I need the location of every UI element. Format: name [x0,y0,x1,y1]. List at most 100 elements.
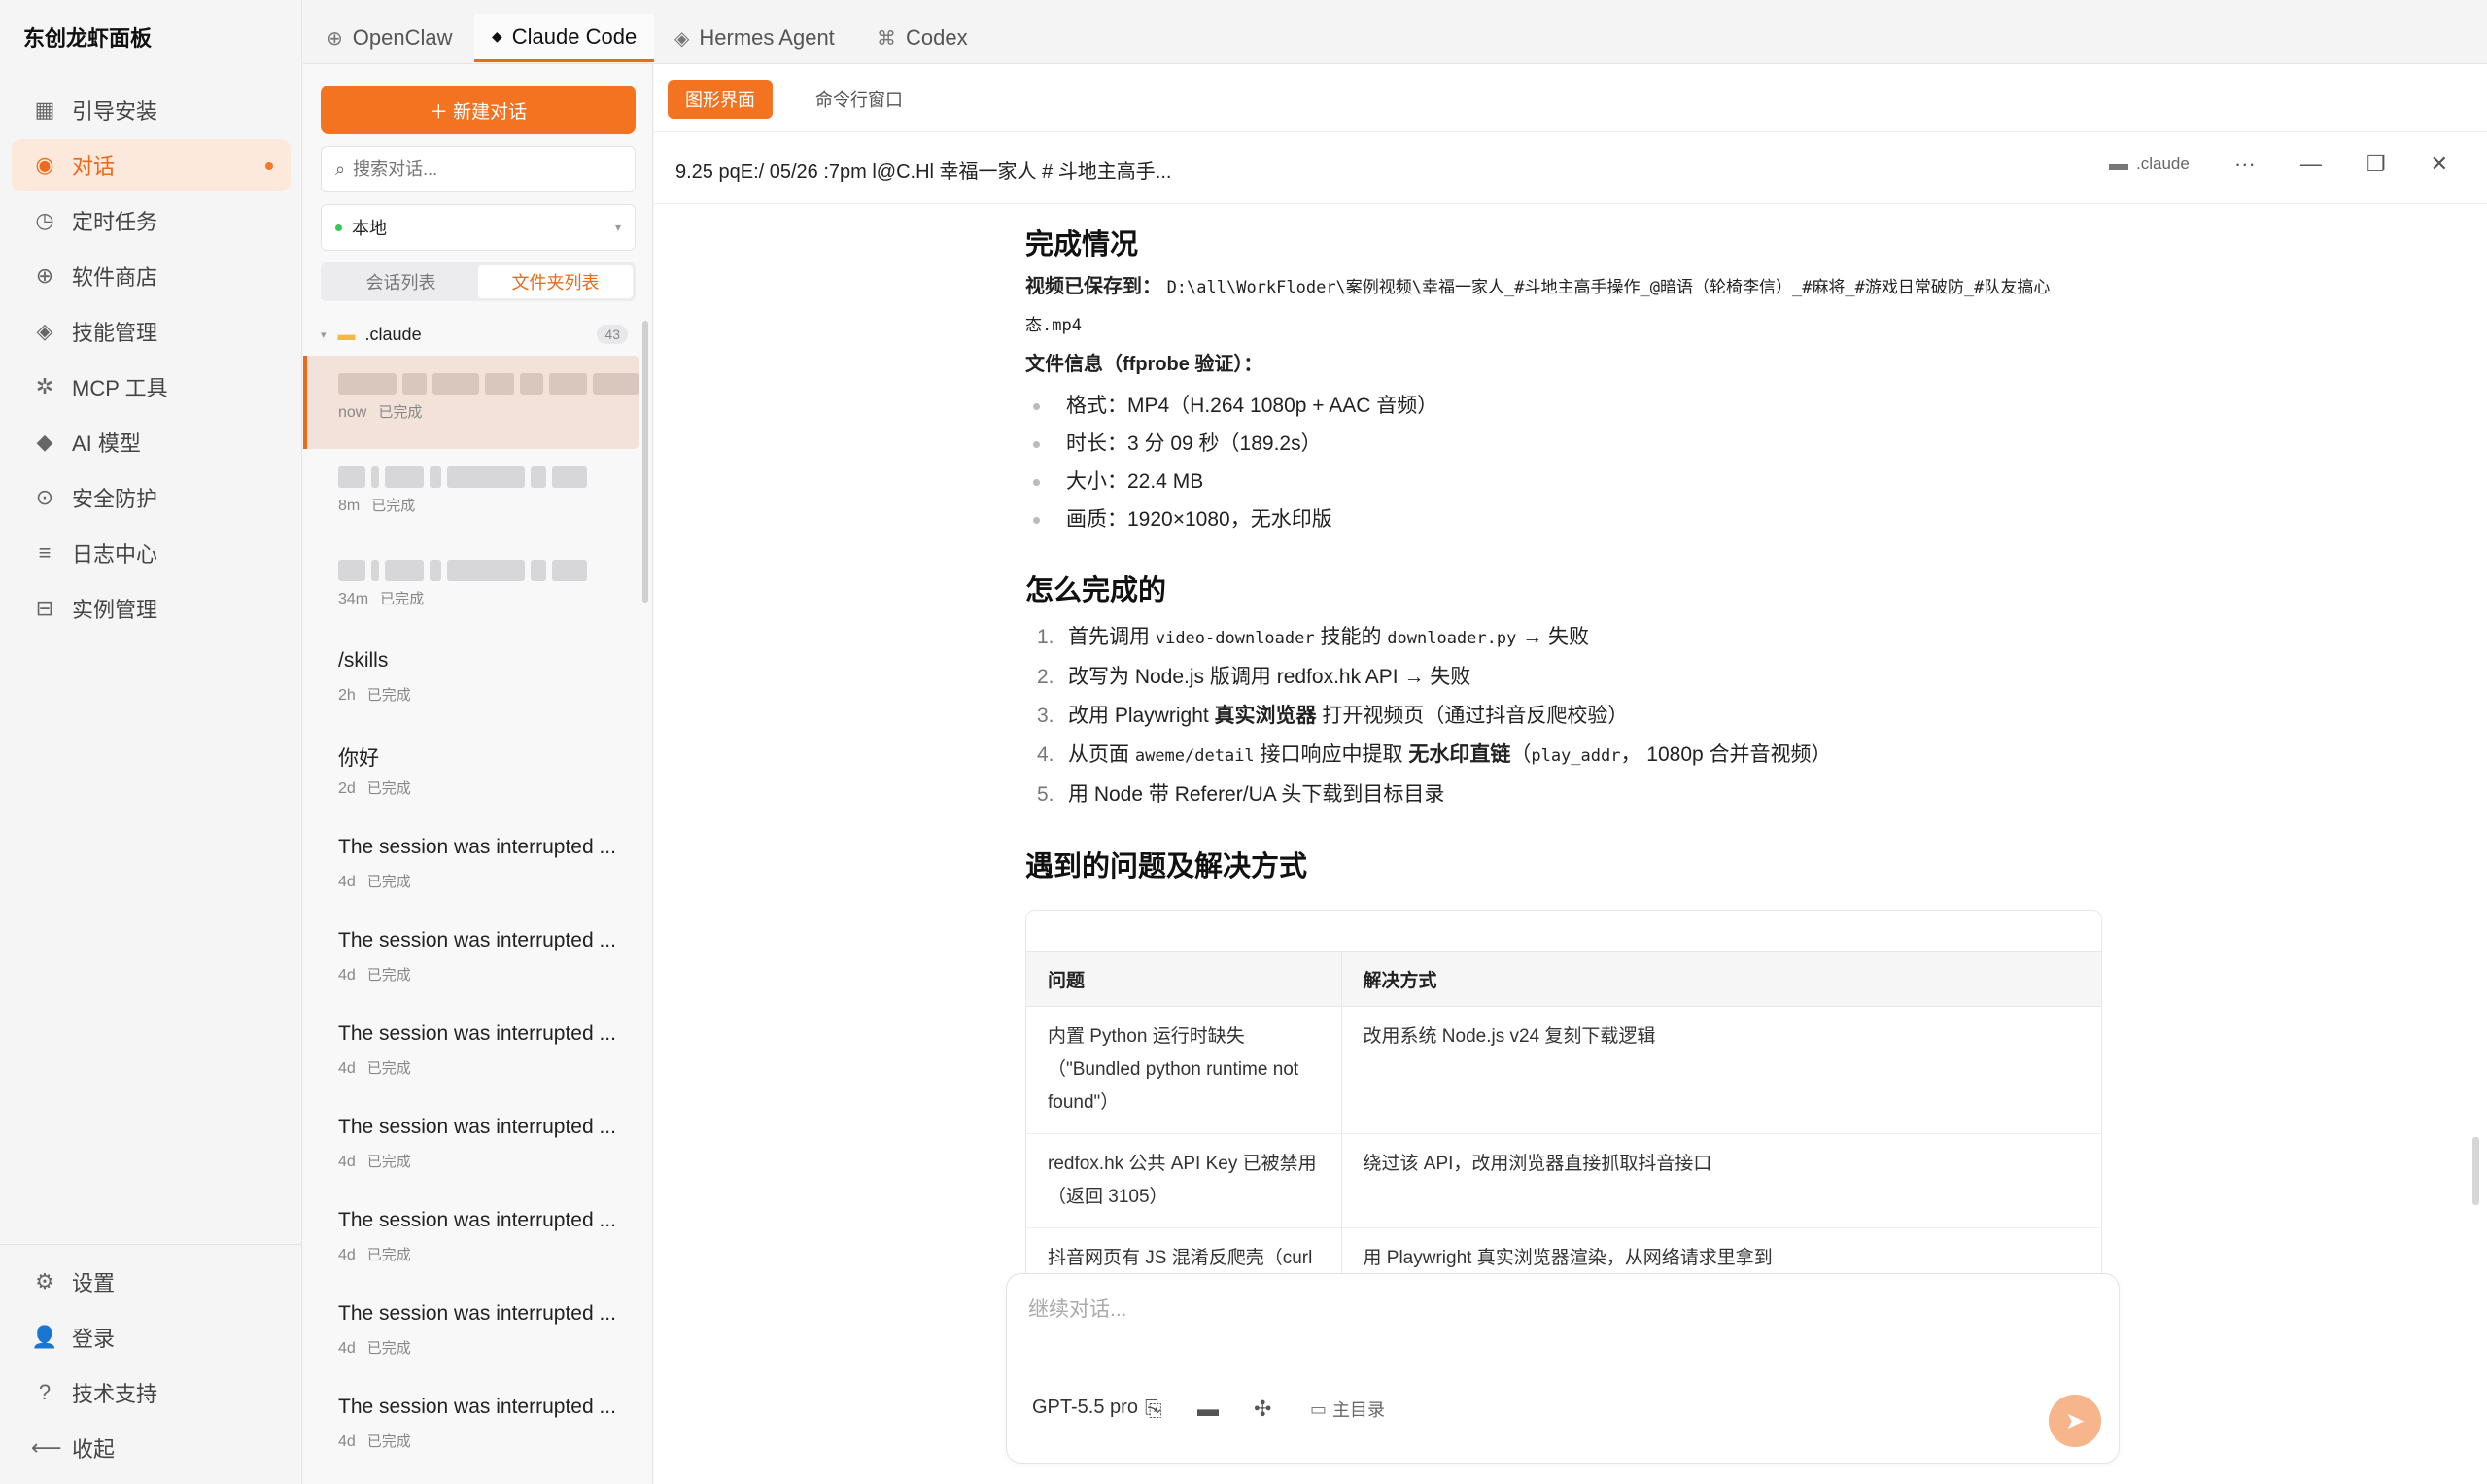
app-title: 东创龙虾面板 [23,26,153,51]
list-item: 1. 首先调用 video-downloader 技能的 downloader.p… [1037,626,1590,648]
workdir-select[interactable]: ▭ 主目录 [1310,1397,1385,1422]
restore-icon[interactable]: ❐ [2366,152,2386,177]
session-item[interactable]: The session was interrupted ... 4d 已完成 [303,822,645,915]
top-tab-bar: ⊕ OpenClaw ◆ Claude Code ◈ Hermes Agent … [303,0,2487,64]
session-item[interactable]: The session was interrupted ... 4d 已完成 [303,1289,645,1382]
folder-icon: ▬ [2109,153,2129,175]
session-time: 4d [338,1060,356,1077]
tab-codex[interactable]: ⌘ Codex [877,14,968,62]
nav-item-gear[interactable]: ✲ MCP 工具 [12,361,291,413]
session-meta: 34m 已完成 [338,588,645,608]
session-item[interactable]: The session was interrupted ... 4d 已完成 [303,915,645,1009]
session-time: 4d [338,1340,356,1357]
session-item[interactable]: The session was interrupted ... 4d 已完成 [303,1382,645,1475]
message-input[interactable] [1028,1294,2097,1362]
openclaw-icon: ⊕ [327,27,343,50]
header-actions: ▬ .claude ··· — ❐ ✕ [2109,152,2448,177]
nav-item-label: 引导安装 [72,99,158,123]
session-time: 34m [338,591,369,607]
heading-complete: 完成情况 [1025,229,1139,260]
clock-icon: ◷ [35,208,54,232]
session-time: 2d [338,780,356,797]
tab-folder-list[interactable]: 文件夹列表 [478,265,633,298]
nav-item-skill[interactable]: ◈ 技能管理 [12,305,291,358]
nav-item-collapse[interactable]: ⟵ 收起 [12,1422,291,1474]
tab-terminal[interactable]: 命令行窗口 [798,80,920,119]
nav-item-label: 登录 [72,1327,116,1351]
store-icon: ⊕ [35,263,54,288]
redacted-title [338,559,645,582]
workdir-label: .claude [2136,155,2190,173]
tab-gui[interactable]: 图形界面 [668,80,773,119]
session-status: 已完成 [378,404,423,421]
folder-button[interactable]: ▬ [1197,1397,1219,1422]
nav-item-help[interactable]: ? 技术支持 [12,1366,291,1419]
issues-table: 问题 解决方式 内置 Python 运行时缺失（"Bundled python … [1025,910,2102,1312]
nav-item-label: 定时任务 [72,210,158,234]
nav-item-settings[interactable]: ⚙ 设置 [12,1256,291,1308]
content-scrollbar[interactable] [2472,1137,2479,1205]
location-select[interactable]: 本地 ▾ [321,204,636,251]
folder-row[interactable]: ▾ ▬ .claude 43 [321,319,636,350]
tab-label: Hermes Agent [699,25,835,50]
composer: GPT-5.5 pro ⌄ ⎘ ▬ ✣ ▭ 主目录 ➤ [1006,1273,2120,1464]
claude-icon: ◆ [492,28,502,44]
nav-divider [0,1244,302,1245]
plugin-button[interactable]: ✣ [1254,1397,1271,1422]
session-search[interactable]: ⌕ [321,146,636,192]
session-item[interactable]: 34m 已完成 [303,542,645,636]
session-title: The session was interrupted ... [338,929,616,951]
tab-claude-code[interactable]: ◆ Claude Code [474,14,655,62]
list-item: 2. 改写为 Node.js 版调用 redfox.hk API → 失败 [1037,666,1471,688]
close-icon[interactable]: ✕ [2431,152,2448,177]
session-item[interactable]: now 已完成 [303,356,639,449]
table-cell: 改用系统 Node.js v24 复刻下载逻辑 [1340,1006,2101,1134]
send-button[interactable]: ➤ [2049,1395,2101,1447]
nav-item-shield[interactable]: ⊙ 安全防护 [12,471,291,524]
tab-openclaw[interactable]: ⊕ OpenClaw [327,14,452,62]
send-icon: ➤ [2064,1407,2086,1434]
more-icon[interactable]: ··· [2234,152,2256,177]
user-icon: 👤 [31,1325,58,1349]
session-meta: 2h 已完成 [338,684,645,705]
session-time: 4d [338,1154,356,1170]
session-title: The session was interrupted ... [338,1396,616,1418]
session-title: The session was interrupted ... [338,1116,616,1138]
new-chat-button[interactable]: ＋ 新建对话 [321,86,636,134]
session-time: 4d [338,874,356,890]
session-item[interactable]: The session was interrupted ... 4d 已完成 [303,1102,645,1195]
workdir-button[interactable]: ▬ .claude [2109,154,2190,176]
redacted-title [338,466,645,489]
nav-item-store[interactable]: ⊕ 软件商店 [12,250,291,302]
minimize-icon[interactable]: — [2300,152,2322,177]
nav-item-label: 实例管理 [72,598,158,622]
tab-session-list[interactable]: 会话列表 [324,265,478,298]
session-scrollbar[interactable] [642,321,648,603]
session-meta: 4d 已完成 [338,1244,645,1264]
session-item[interactable]: 8m 已完成 [303,449,645,542]
attach-button[interactable]: ⎘ [1145,1397,1162,1422]
session-time: 4d [338,1433,356,1450]
nav-item-grid[interactable]: ▦ 引导安装 [12,84,291,136]
session-status: 已完成 [366,687,411,704]
session-item[interactable]: /skills 2h 已完成 [303,636,645,729]
folder-count-badge: 43 [597,325,628,344]
log-icon: ≡ [38,540,52,565]
session-item[interactable]: The session was interrupted ... 4d 已完成 [303,1195,645,1289]
session-item[interactable]: 你好 2d 已完成 [303,729,645,822]
session-meta: 8m 已完成 [338,495,645,515]
nav-item-instance[interactable]: ⊟ 实例管理 [12,582,291,635]
skill-icon: ◈ [36,319,53,343]
search-input[interactable] [353,158,626,180]
nav-item-user[interactable]: 👤 登录 [12,1311,291,1363]
nav-item-ai[interactable]: ◆ AI 模型 [12,416,291,468]
nav-item-chat[interactable]: ◉ 对话 [12,139,291,191]
session-status: 已完成 [366,1060,411,1077]
nav-item-clock[interactable]: ◷ 定时任务 [12,194,291,247]
folder-icon: ▬ [337,324,356,344]
nav-item-log[interactable]: ≡ 日志中心 [12,527,291,579]
tab-hermes-agent[interactable]: ◈ Hermes Agent [674,14,835,62]
session-status: 已完成 [366,1247,411,1263]
list-item: 5. 用 Node 带 Referer/UA 头下载到目标目录 [1037,783,1445,806]
session-item[interactable]: The session was interrupted ... 4d 已完成 [303,1009,645,1102]
